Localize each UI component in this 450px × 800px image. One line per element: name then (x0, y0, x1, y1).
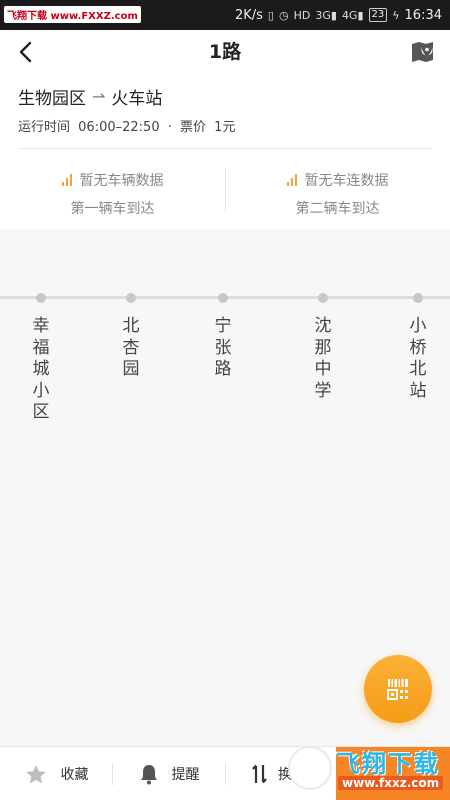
watermark-logo: 飞翔下载 www.fxxz.com (286, 744, 450, 800)
stop-dot (126, 293, 136, 303)
favorite-label: 收藏 (60, 767, 89, 783)
stop-name: 小桥北站 (409, 316, 427, 401)
stop-name: 幸福城小区 (32, 316, 50, 422)
status-watermark: 飞翔下载 www.FXXZ.com (4, 6, 141, 23)
stop-dot (413, 293, 423, 303)
arrival-second-label: 第二辆车到达 (295, 201, 380, 217)
bell-icon (140, 764, 158, 785)
vibrate-icon: ▯ (267, 8, 274, 22)
clock: 16:34 (404, 7, 442, 23)
status-bar: 飞翔下载 www.FXXZ.com 2K/s ▯ ◷ HD 3G▮ 4G▮ 23… (0, 0, 450, 30)
divider (18, 148, 432, 149)
hours-value: 06:00–22:50 (78, 120, 160, 135)
fare-value: 1元 (214, 120, 236, 135)
hd-icon: HD (293, 8, 311, 22)
route-direction: 生物园区 ⇀ 火车站 (18, 84, 162, 109)
route-meta: 运行时间 06:00–22:50 · 票价 1元 (18, 116, 239, 135)
arrival-second-status-row: 暂无车连数据 (225, 170, 450, 190)
alarm-icon: ◷ (278, 8, 289, 22)
app-header: 1路 (0, 30, 450, 74)
star-icon (25, 764, 47, 785)
route-destination: 火车站 (111, 89, 163, 109)
stop-dot (36, 293, 46, 303)
stop-dot (218, 293, 228, 303)
network-speed: 2K/s (234, 7, 263, 23)
signal-3g-icon: 3G▮ (315, 8, 337, 22)
arrival-second-status: 暂无车连数据 (304, 173, 389, 189)
stop-dot (318, 293, 328, 303)
scan-qr-button[interactable] (364, 655, 432, 723)
swap-arrows-icon (252, 764, 268, 784)
map-icon (412, 42, 433, 62)
remind-button[interactable]: 提醒 (113, 747, 226, 800)
watermark-emblem (288, 746, 332, 790)
page-title: 1路 (208, 41, 242, 63)
arrival-first-status-row: 暂无车辆数据 (0, 170, 225, 190)
meta-separator: · (167, 120, 172, 135)
stop-name: 沈那中学 (314, 316, 332, 401)
battery-indicator: 23 (368, 8, 388, 22)
arrival-first-status: 暂无车辆数据 (79, 173, 164, 189)
stop-name: 北杏园 (122, 316, 140, 379)
stop-name: 宁张路 (214, 316, 232, 379)
favorite-button[interactable]: 收藏 (0, 747, 113, 800)
qr-code-icon (387, 679, 408, 700)
arrow-right-icon: ⇀ (92, 87, 106, 106)
signal-icon (286, 174, 299, 186)
remind-label: 提醒 (171, 767, 200, 783)
charging-icon: ϟ (392, 8, 400, 22)
fare-label: 票价 (180, 120, 207, 135)
watermark-title: 飞翔下载 (336, 750, 440, 778)
net-label-2: 4G (341, 8, 358, 22)
back-button[interactable] (10, 36, 40, 68)
signal-4g-icon: 4G▮ (341, 8, 364, 22)
map-button[interactable] (410, 39, 436, 65)
signal-icon (61, 174, 74, 186)
arrival-first-label: 第一辆车到达 (70, 201, 155, 217)
status-indicators: 2K/s ▯ ◷ HD 3G▮ 4G▮ 23 ϟ 16:34 (235, 0, 442, 30)
arrival-second: 暂无车连数据 第二辆车到达 (225, 162, 450, 218)
chevron-left-icon (19, 41, 32, 63)
route-origin: 生物园区 (18, 89, 86, 109)
route-info-card: 生物园区 ⇀ 火车站 运行时间 06:00–22:50 · 票价 1元 暂无车辆… (0, 74, 450, 229)
hours-label: 运行时间 (18, 120, 71, 135)
net-label-1: 3G (315, 8, 331, 22)
watermark-url: www.fxxz.com (338, 776, 444, 790)
arrival-first: 暂无车辆数据 第一辆车到达 (0, 162, 225, 218)
